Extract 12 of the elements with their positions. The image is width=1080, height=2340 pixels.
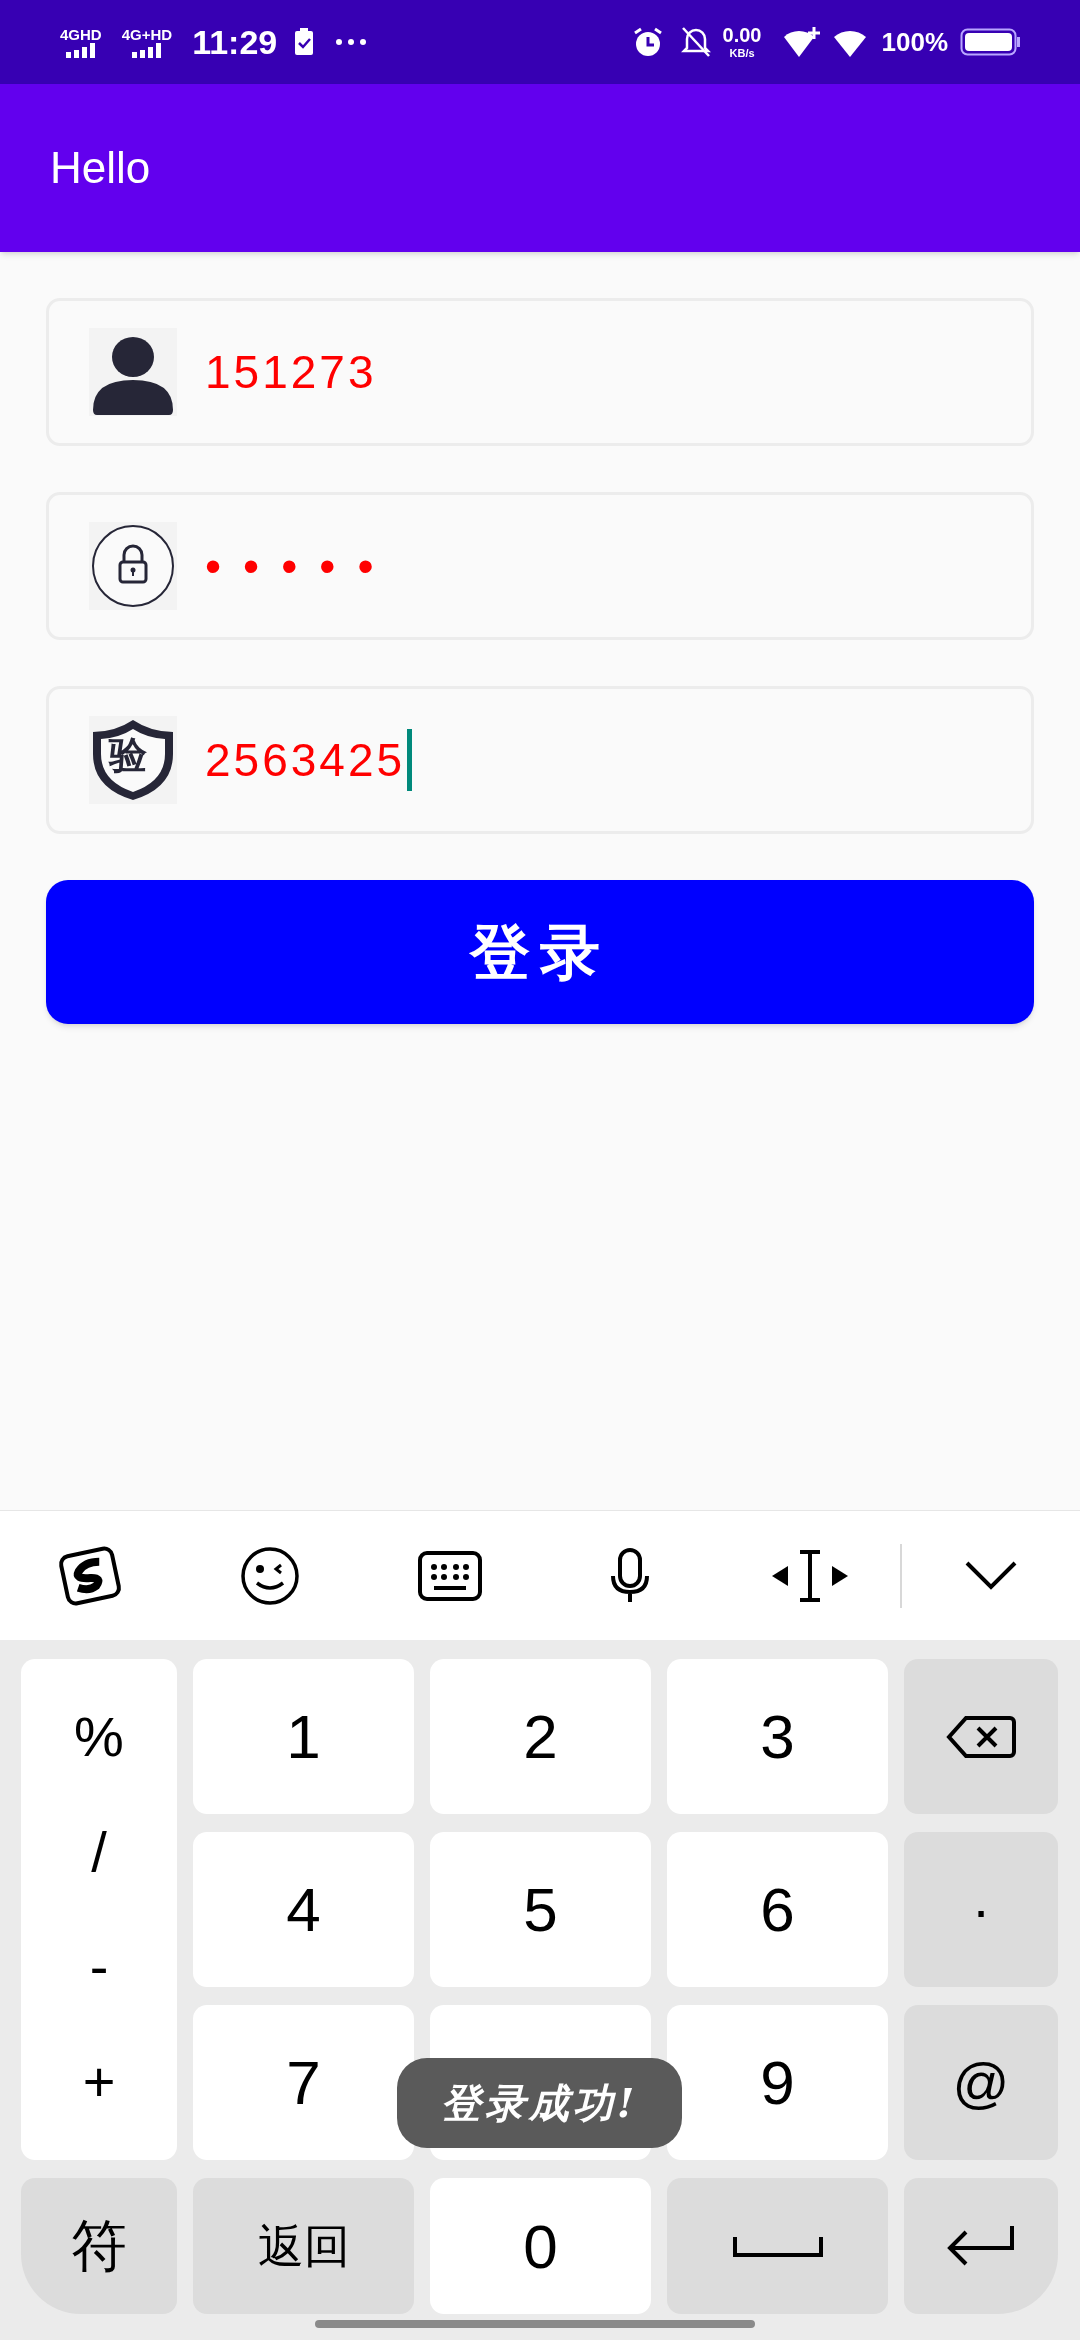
- clock: 11:29: [192, 21, 278, 63]
- login-toast: 登录成功!: [397, 2058, 682, 2148]
- network-label: 4GHD: [60, 26, 102, 42]
- network-label: 4G+HD: [121, 26, 173, 42]
- speed-unit: KB/s: [729, 48, 755, 59]
- field-value: 151273: [205, 344, 377, 400]
- battery-percent: 100%: [881, 25, 948, 59]
- shield-label: 验: [109, 736, 147, 774]
- field-value: 2563425: [205, 732, 406, 788]
- network-speed: 0.00: [722, 25, 762, 45]
- field-value: •••••: [205, 538, 396, 594]
- app-title: Hello: [50, 142, 151, 194]
